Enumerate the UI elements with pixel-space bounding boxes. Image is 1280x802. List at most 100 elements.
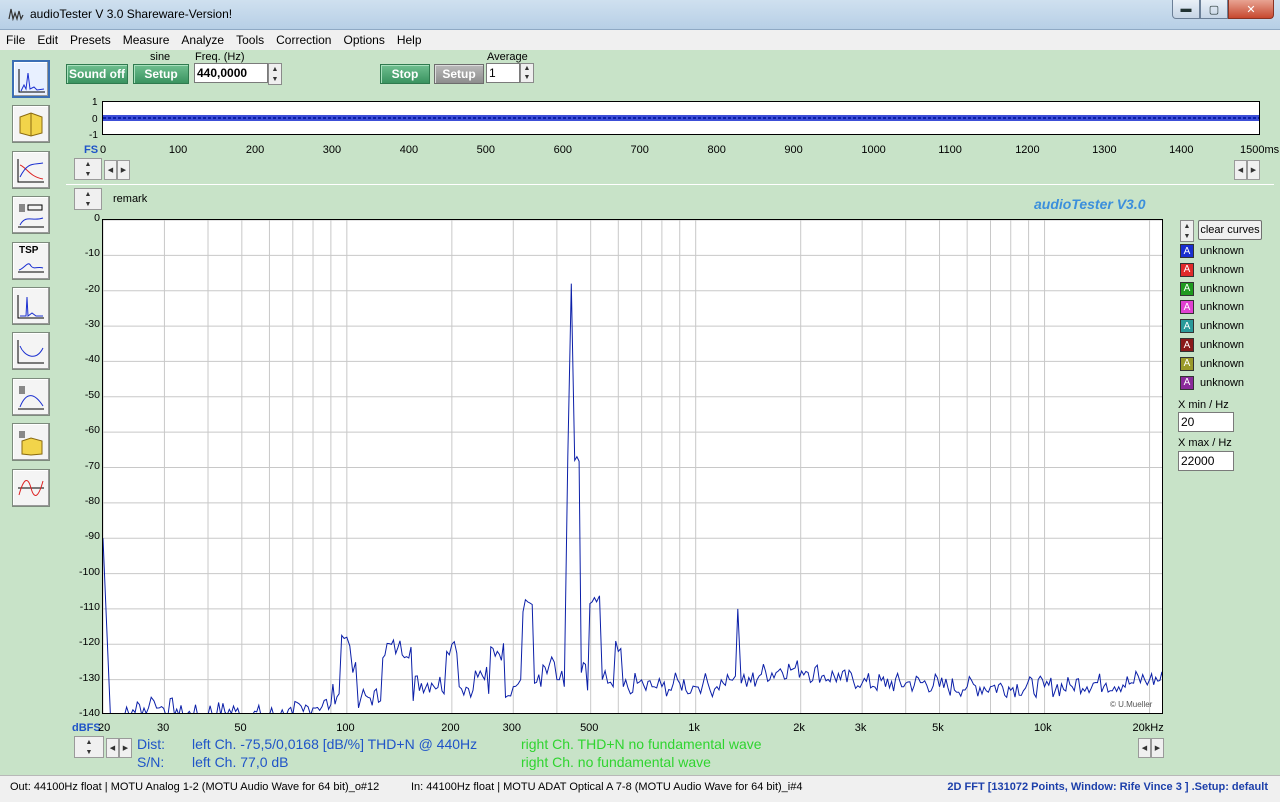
scope-x-tick-label: 900 bbox=[784, 144, 803, 156]
x-tick-label: 100 bbox=[336, 722, 355, 734]
spectrum-icon bbox=[18, 69, 45, 93]
legend-swatch: A bbox=[1180, 300, 1194, 315]
menu-options[interactable]: Options bbox=[337, 33, 390, 47]
tool-speaker-response-button[interactable] bbox=[12, 377, 50, 416]
right-distortion-value: right Ch. THD+N no fundamental wave bbox=[521, 736, 762, 752]
maximize-button[interactable]: ▢ bbox=[1200, 0, 1228, 19]
title-bar: audioTester V 3.0 Shareware-Version! ▬ ▢… bbox=[0, 0, 1280, 30]
y-tick-label: -80 bbox=[84, 494, 100, 507]
legend-item[interactable]: Aunknown bbox=[1180, 299, 1244, 315]
speaker-response-icon bbox=[18, 385, 44, 410]
frequency-response-icon bbox=[17, 158, 44, 183]
fft-plot[interactable] bbox=[102, 219, 1163, 714]
waveform-icon bbox=[18, 479, 44, 496]
stop-button[interactable]: Stop bbox=[380, 64, 430, 84]
scope-x-tick-label: 1000 bbox=[861, 144, 886, 156]
legend-swatch: A bbox=[1180, 262, 1194, 277]
legend-label: unknown bbox=[1200, 376, 1245, 389]
y-tick-label: -60 bbox=[84, 424, 100, 437]
legend-spinner[interactable]: ▲ ▼ bbox=[1180, 220, 1194, 242]
book-icon bbox=[19, 112, 43, 137]
fft-right-scroll[interactable]: ◀ ▶ bbox=[1138, 738, 1164, 758]
x-tick-label: 5k bbox=[932, 722, 944, 734]
legend-label: unknown bbox=[1200, 263, 1245, 276]
menu-edit[interactable]: Edit bbox=[31, 33, 64, 47]
tool-speaker-book-button[interactable] bbox=[12, 423, 50, 462]
legend-swatch: A bbox=[1180, 319, 1194, 334]
frequency-input[interactable]: 440,0000 bbox=[194, 63, 268, 83]
average-input[interactable]: 1 bbox=[486, 63, 520, 83]
x-tick-label: 200 bbox=[441, 722, 460, 734]
frequency-spinner[interactable]: ▲ ▼ bbox=[268, 63, 282, 85]
y-tick-label: -20 bbox=[84, 282, 100, 295]
spectrum-series-line bbox=[103, 283, 1162, 713]
scope-x-tick-label: 1300 bbox=[1092, 144, 1117, 156]
status-output-device: Out: 44100Hz float | MOTU Analog 1-2 (MO… bbox=[10, 781, 380, 793]
fft-scroll[interactable]: ◀ ▶ bbox=[106, 738, 132, 758]
close-button[interactable]: ✕ bbox=[1228, 0, 1274, 19]
menu-analyze[interactable]: Analyze bbox=[175, 33, 230, 47]
y-tick-label: -130 bbox=[78, 671, 100, 684]
window-title: audioTester V 3.0 Shareware-Version! bbox=[30, 7, 233, 21]
sound-off-button[interactable]: Sound off bbox=[66, 64, 128, 84]
legend-label: unknown bbox=[1200, 357, 1245, 370]
oscilloscope-view[interactable] bbox=[102, 101, 1260, 135]
analyzer-setup-button[interactable]: Setup bbox=[434, 64, 484, 84]
minimize-button[interactable]: ▬ bbox=[1172, 0, 1200, 19]
menu-presets[interactable]: Presets bbox=[64, 33, 117, 47]
impulse-icon bbox=[17, 294, 44, 319]
y-tick-label: -90 bbox=[84, 530, 100, 543]
x-tick-label: 20 bbox=[98, 722, 111, 734]
scope-x-tick-label: 0 bbox=[100, 144, 107, 156]
scope-x-tick-label: 600 bbox=[553, 144, 572, 156]
legend-item[interactable]: Aunknown bbox=[1180, 281, 1244, 297]
menu-tools[interactable]: Tools bbox=[230, 33, 270, 47]
legend-label: unknown bbox=[1200, 301, 1245, 314]
sn-label: S/N: bbox=[137, 754, 165, 770]
clear-curves-button[interactable]: clear curves bbox=[1198, 220, 1262, 240]
scope-y-label-bottom: -1 bbox=[89, 130, 98, 141]
x-min-input[interactable]: 20 bbox=[1178, 412, 1234, 432]
tool-curve-button[interactable] bbox=[12, 332, 50, 371]
oscilloscope-trace bbox=[103, 115, 1259, 121]
generator-setup-button[interactable]: Setup bbox=[133, 64, 189, 84]
tool-impulse-button[interactable] bbox=[12, 286, 50, 325]
left-distortion-value: left Ch. -75,5/0,0168 [dB/%] THD+N @ 440… bbox=[192, 736, 478, 752]
scope-scroll[interactable]: ◀ ▶ bbox=[104, 160, 130, 180]
menu-correction[interactable]: Correction bbox=[270, 33, 337, 47]
y-tick-label: -40 bbox=[84, 353, 100, 366]
legend-item[interactable]: Aunknown bbox=[1180, 318, 1244, 334]
dbfs-label: dBFS bbox=[72, 722, 101, 734]
legend-label: unknown bbox=[1200, 339, 1245, 351]
average-spinner[interactable]: ▲ ▼ bbox=[520, 63, 534, 83]
dist-label: Dist: bbox=[137, 736, 165, 752]
menu-file[interactable]: File bbox=[0, 33, 31, 47]
tool-fft-button[interactable] bbox=[12, 60, 50, 98]
x-max-label: X max / Hz bbox=[1178, 437, 1232, 449]
tool-waveform-button[interactable] bbox=[12, 468, 50, 507]
scope-y-zoom[interactable]: ▲ ▼ bbox=[74, 158, 102, 180]
x-max-input[interactable]: 22000 bbox=[1178, 451, 1234, 471]
right-sn-value: right Ch. no fundamental wave bbox=[521, 754, 711, 770]
fft-remark-spinner[interactable]: ▲ ▼ bbox=[74, 188, 102, 210]
scope-x-tick-label: 400 bbox=[399, 144, 419, 156]
tool-book-button[interactable] bbox=[12, 105, 50, 144]
legend-item[interactable]: Aunknown bbox=[1180, 375, 1244, 391]
scope-right-scroll[interactable]: ◀ ▶ bbox=[1234, 160, 1260, 180]
scope-x-tick-label: 1500ms bbox=[1240, 144, 1280, 156]
legend-item[interactable]: Aunknown bbox=[1180, 243, 1244, 259]
legend-item[interactable]: Aunknown bbox=[1180, 262, 1244, 278]
legend-swatch: A bbox=[1180, 375, 1194, 390]
scope-x-tick-label: 700 bbox=[630, 144, 649, 156]
legend-item[interactable]: Aunknown bbox=[1180, 356, 1244, 372]
tool-tsp-button[interactable]: TSP bbox=[12, 241, 50, 280]
speaker-measure-icon bbox=[18, 204, 44, 228]
tool-frequency-response-button[interactable] bbox=[12, 150, 50, 189]
menu-measure[interactable]: Measure bbox=[117, 33, 176, 47]
legend-item[interactable]: Aunknown bbox=[1180, 337, 1244, 353]
scope-x-tick-label: 300 bbox=[322, 144, 342, 156]
fft-y-zoom[interactable]: ▲ ▼ bbox=[74, 736, 104, 758]
y-tick-label: -140 bbox=[78, 707, 100, 719]
tool-speaker-measure-button[interactable] bbox=[12, 196, 50, 235]
menu-help[interactable]: Help bbox=[391, 33, 428, 47]
